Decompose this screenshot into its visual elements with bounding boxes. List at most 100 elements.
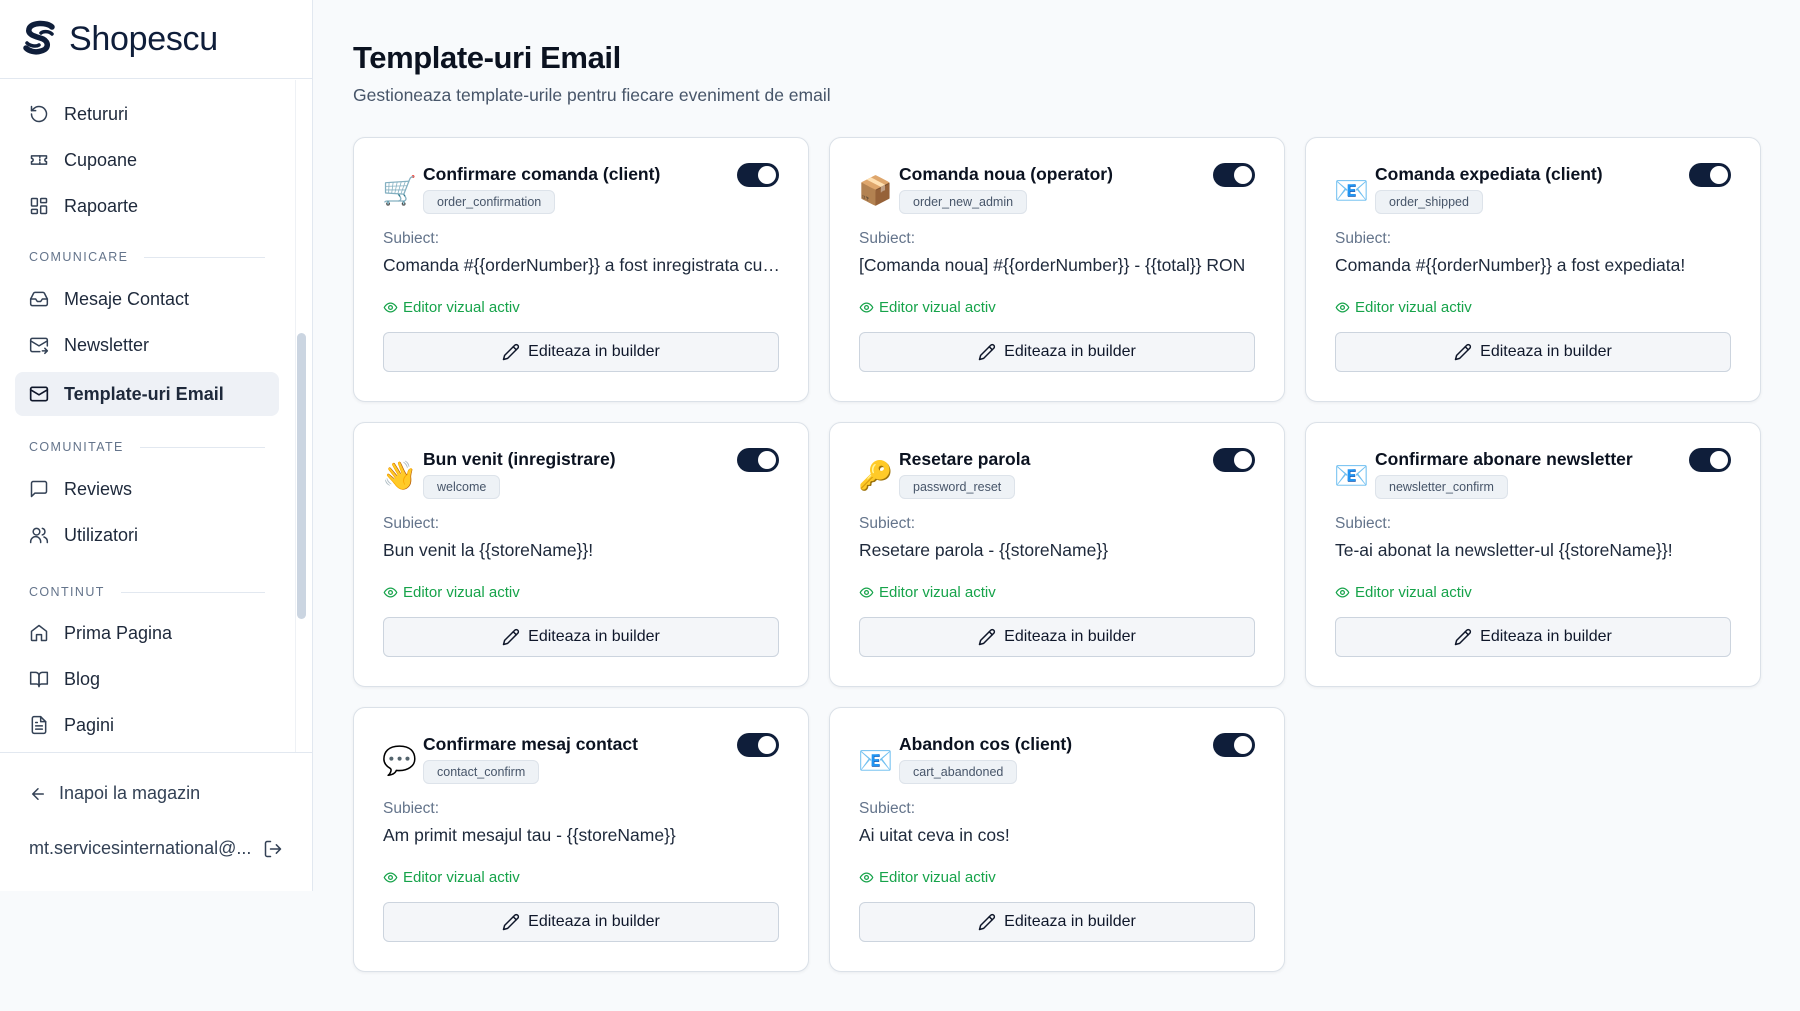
sidebar-item-label: Rapoarte (64, 195, 139, 216)
sidebar-item-utilizatori[interactable]: Utilizatori (15, 513, 279, 557)
template-key-badge: password_reset (899, 475, 1016, 499)
section-continut: CONTINUT (29, 585, 265, 599)
template-subject: Comanda #{{orderNumber}} a fost expediat… (1335, 255, 1686, 275)
rotate-ccw-icon (30, 105, 48, 123)
status-label: Editor vizual activ (403, 869, 520, 886)
sidebar-item-label: Mesaje Contact (64, 288, 190, 309)
edit-in-builder-button[interactable]: Editeaza in builder (859, 617, 1255, 657)
template-card-password-reset: 🔑 Resetare parola password_reset Subiect: Re… (829, 422, 1285, 687)
toggle-knob (1710, 451, 1728, 469)
edit-button-label: Editeaza in builder (528, 343, 660, 360)
edit-button-label: Editeaza in builder (1480, 628, 1612, 645)
subject-label: Subiect: (1335, 515, 1392, 532)
template-subject: Comanda #{{orderNumber}} a fost inregist… (383, 255, 783, 275)
edit-in-builder-button[interactable]: Editeaza in builder (383, 902, 779, 942)
eye-icon (1335, 587, 1350, 598)
brand-name: Shopescu (69, 19, 218, 58)
template-subject: Ai uitat ceva in cos! (859, 825, 1010, 845)
template-emoji-icon: 💬 (382, 744, 417, 777)
toggle-knob (1234, 166, 1252, 184)
user-email: mt.servicesinternational@... (29, 838, 252, 858)
sidebar-item-newsletter[interactable]: Newsletter (15, 323, 279, 367)
template-title: Bun venit (inregistrare) (423, 449, 616, 469)
template-card-newsletter-confirm: 📧 Confirmare abonare newsletter newsletter… (1305, 422, 1761, 687)
template-emoji-icon: 📦 (858, 174, 893, 207)
sidebar-item-reviews[interactable]: Reviews (15, 467, 279, 511)
template-card-welcome: 👋 Bun venit (inregistrare) welcome Subiect:… (353, 422, 809, 687)
edit-in-builder-button[interactable]: Editeaza in builder (1335, 332, 1731, 372)
pencil-icon (502, 343, 520, 361)
sidebar-item-cupoane[interactable]: Cupoane (15, 138, 279, 182)
ticket-icon (30, 155, 48, 165)
template-enabled-toggle[interactable] (1689, 163, 1731, 187)
mail-send-icon (29, 337, 49, 355)
sidebar-item-label: Blog (64, 668, 101, 689)
template-enabled-toggle[interactable] (1213, 448, 1255, 472)
sidebar-item-blog[interactable]: Blog (15, 657, 279, 701)
template-enabled-toggle[interactable] (737, 448, 779, 472)
eye-icon (383, 302, 398, 313)
template-enabled-toggle[interactable] (1213, 163, 1255, 187)
status-label: Editor vizual activ (1355, 584, 1472, 601)
edit-in-builder-button[interactable]: Editeaza in builder (1335, 617, 1731, 657)
template-title: Comanda expediata (client) (1375, 164, 1603, 184)
message-square-icon (30, 480, 48, 498)
template-emoji-icon: 📧 (858, 744, 893, 777)
visual-editor-status: Editor vizual activ (1335, 299, 1472, 316)
pencil-icon (502, 628, 520, 646)
back-to-store-label: Inapoi la magazin (59, 783, 201, 803)
subject-label: Subiect: (1335, 230, 1392, 247)
sidebar-item-pagini[interactable]: Pagini (15, 703, 279, 747)
toggle-knob (1234, 451, 1252, 469)
template-card-cart-abandoned: 📧 Abandon cos (client) cart_abandoned Subie… (829, 707, 1285, 972)
section-comunitate: COMUNITATE (29, 440, 265, 454)
template-subject: [Comanda noua] #{{orderNumber}} - {{tota… (859, 255, 1246, 275)
sidebar-item-rapoarte[interactable]: Rapoarte (15, 184, 279, 228)
edit-button-label: Editeaza in builder (528, 628, 660, 645)
logout-icon[interactable] (263, 839, 283, 859)
sidebar-item-label: Reviews (64, 478, 133, 499)
sidebar-item-label: Retururi (64, 103, 129, 124)
back-to-store-link[interactable]: Inapoi la magazin (29, 783, 200, 804)
template-enabled-toggle[interactable] (1213, 733, 1255, 757)
template-enabled-toggle[interactable] (1689, 448, 1731, 472)
sidebar-item-label: Cupoane (64, 149, 138, 170)
edit-in-builder-button[interactable]: Editeaza in builder (859, 332, 1255, 372)
template-key-badge: order_new_admin (899, 190, 1028, 214)
sidebar-item-prima-pagina[interactable]: Prima Pagina (15, 611, 279, 655)
sidebar-scrollbar[interactable] (297, 333, 306, 619)
toggle-knob (1234, 736, 1252, 754)
template-emoji-icon: 🔑 (858, 459, 893, 492)
edit-in-builder-button[interactable]: Editeaza in builder (383, 617, 779, 657)
template-subject: Bun venit la {{storeName}}! (383, 540, 594, 560)
template-title: Abandon cos (client) (899, 734, 1073, 754)
template-card-order-confirmation: 🛒 Confirmare comanda (client) order_confir… (353, 137, 809, 402)
subject-label: Subiect: (383, 515, 440, 532)
file-text-icon (31, 715, 47, 735)
users-icon (29, 527, 49, 544)
pencil-icon (1454, 343, 1472, 361)
sidebar-item-retururi[interactable]: Retururi (15, 92, 279, 136)
visual-editor-status: Editor vizual activ (1335, 584, 1472, 601)
sidebar-item-template-uri-email[interactable]: Template-uri Email (15, 372, 279, 416)
template-key-badge: welcome (423, 475, 501, 499)
sidebar-nav: Retururi Cupoane Rapoarte COMUNICARE Mes… (0, 80, 312, 752)
eye-icon (859, 872, 874, 883)
subject-label: Subiect: (859, 230, 916, 247)
logo[interactable]: Shopescu (0, 0, 312, 79)
pencil-icon (978, 628, 996, 646)
template-emoji-icon: 👋 (382, 459, 417, 492)
visual-editor-status: Editor vizual activ (383, 299, 520, 316)
edit-in-builder-button[interactable]: Editeaza in builder (859, 902, 1255, 942)
mail-icon (29, 386, 49, 402)
template-title: Resetare parola (899, 449, 1031, 469)
template-enabled-toggle[interactable] (737, 733, 779, 757)
template-enabled-toggle[interactable] (737, 163, 779, 187)
edit-in-builder-button[interactable]: Editeaza in builder (383, 332, 779, 372)
logo-mark-icon (23, 20, 55, 55)
edit-button-label: Editeaza in builder (1004, 913, 1136, 930)
template-subject: Resetare parola - {{storeName}} (859, 540, 1109, 560)
template-emoji-icon: 🛒 (382, 174, 417, 207)
status-label: Editor vizual activ (403, 299, 520, 316)
sidebar-item-mesaje-contact[interactable]: Mesaje Contact (15, 277, 279, 321)
